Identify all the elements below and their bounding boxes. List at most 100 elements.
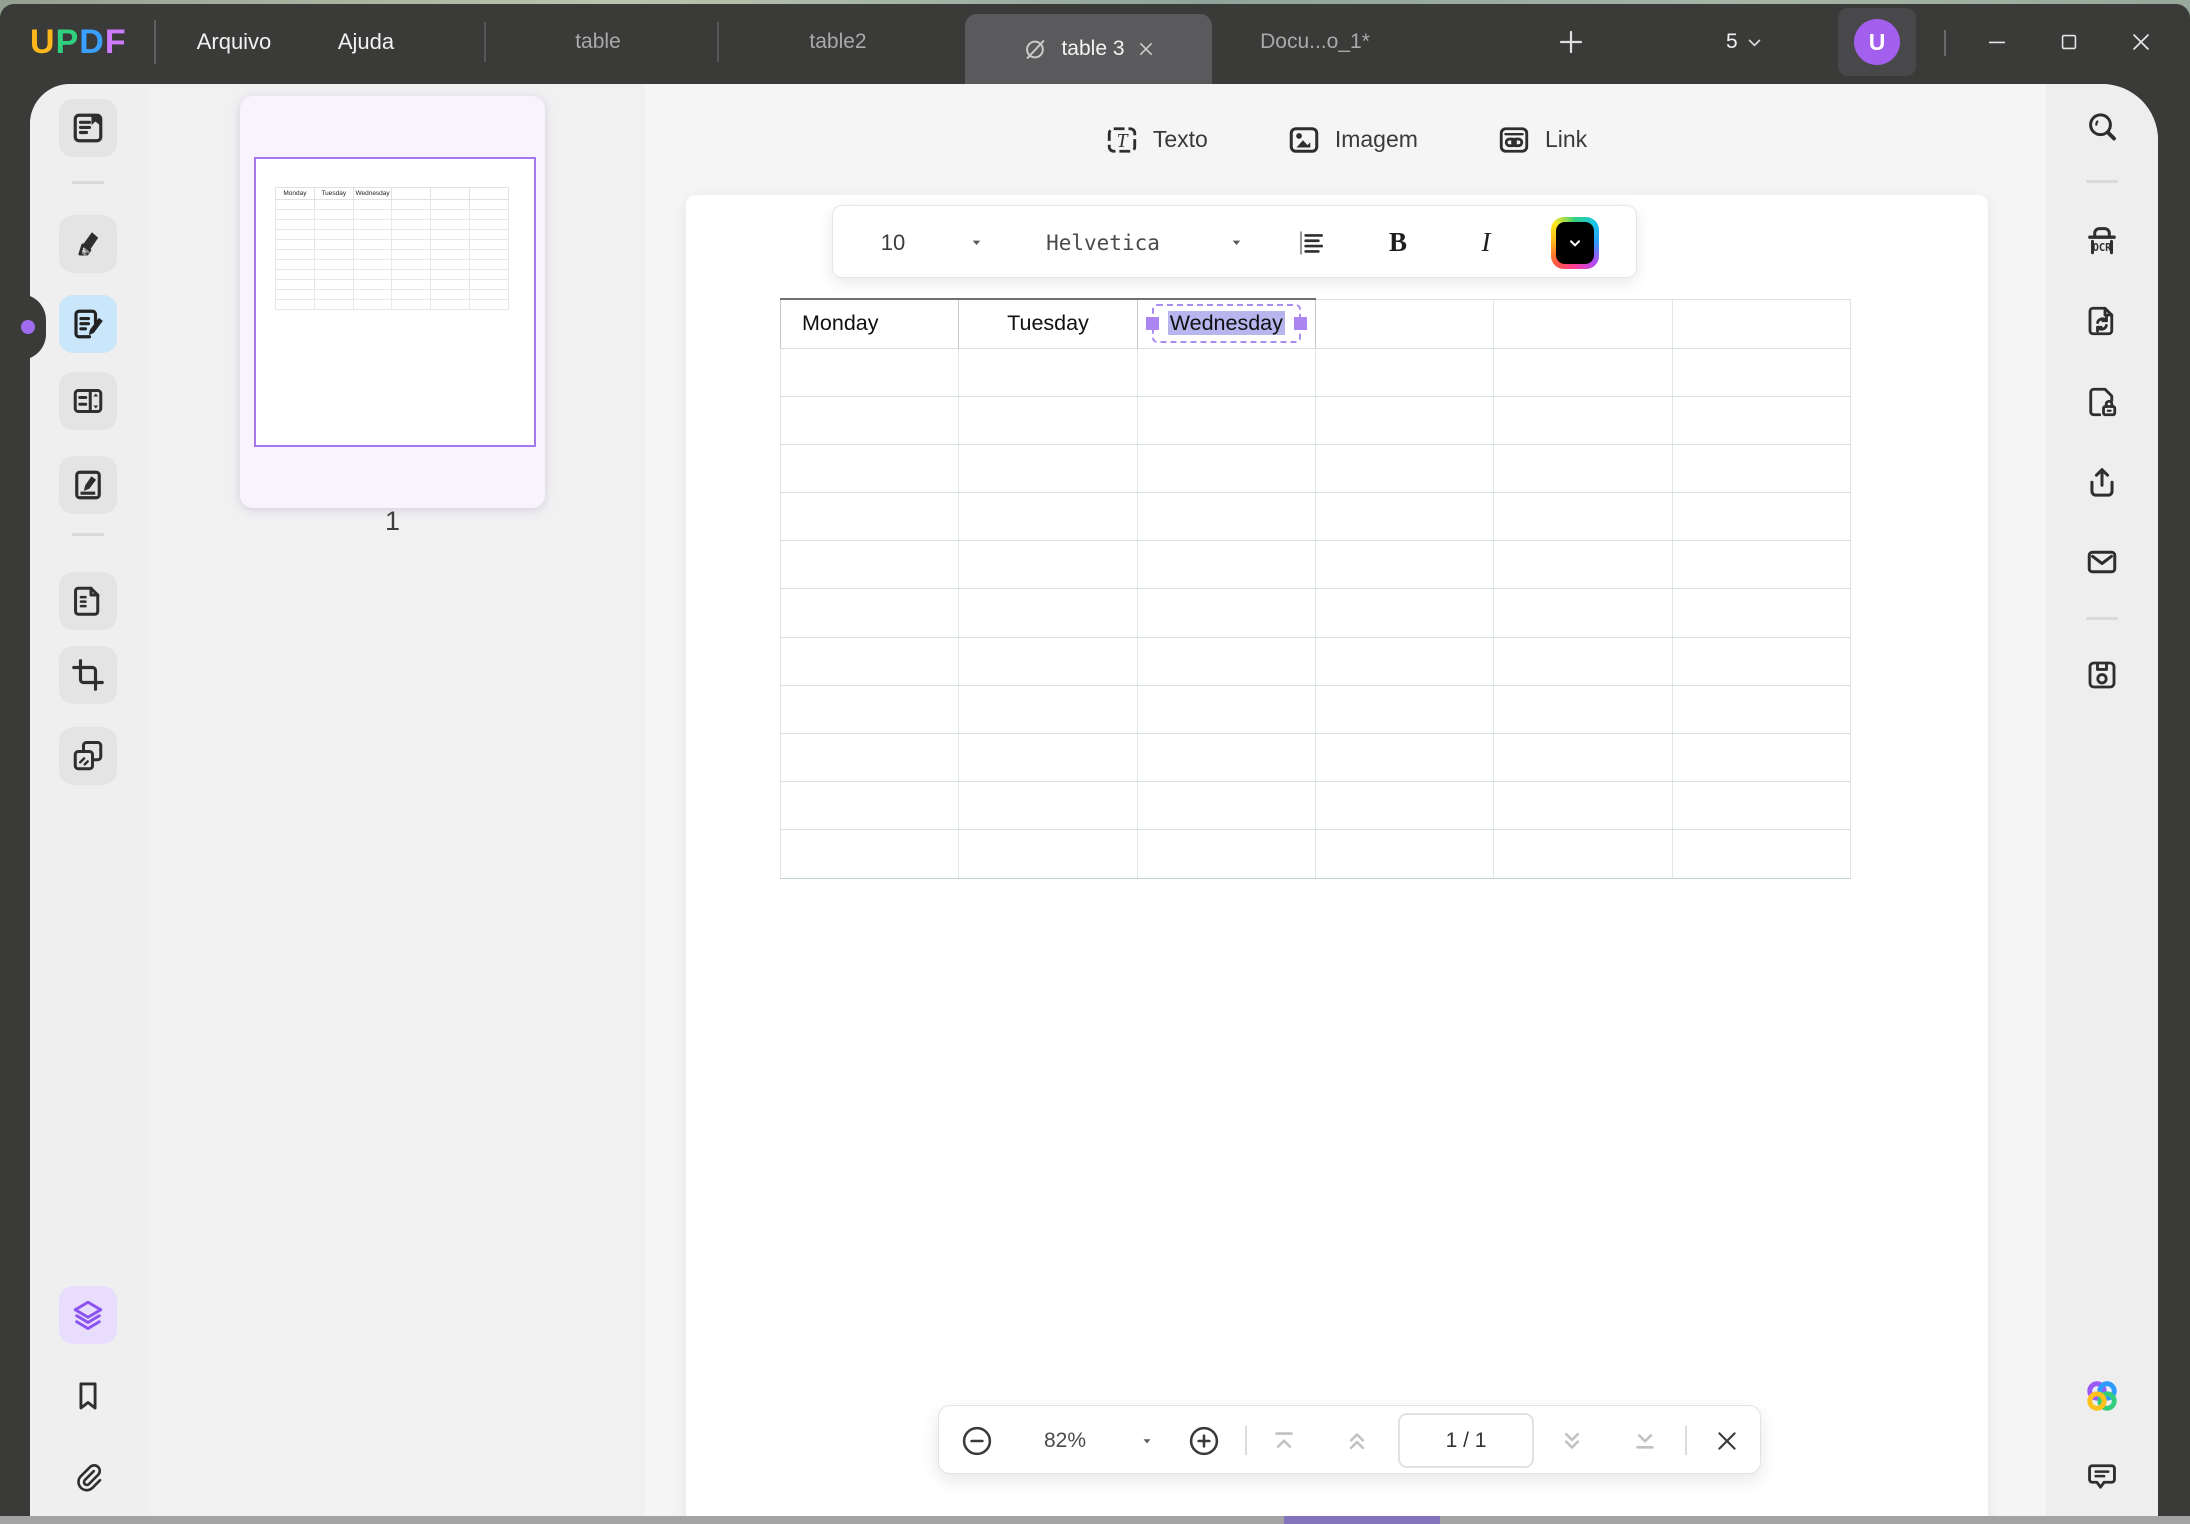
minimize-button[interactable] (1974, 0, 2020, 84)
table-cell[interactable] (1137, 830, 1315, 878)
table-cell[interactable] (1137, 637, 1315, 685)
convert-button[interactable] (2073, 292, 2131, 350)
reader-mode-button[interactable] (59, 99, 117, 157)
table-cell[interactable] (781, 734, 959, 782)
table-cell[interactable] (781, 493, 959, 541)
zoom-dropdown[interactable] (1131, 1406, 1163, 1475)
table-cell[interactable] (1672, 589, 1850, 637)
table-header-cell[interactable] (1315, 299, 1493, 348)
table-cell[interactable] (1494, 782, 1672, 830)
ocr-button[interactable]: OCR (2073, 212, 2131, 270)
table-cell[interactable] (959, 830, 1137, 878)
table-cell[interactable] (1137, 589, 1315, 637)
zoom-in-button[interactable] (1180, 1406, 1228, 1475)
tab-document1[interactable]: Docu...o_1* (1240, 0, 1390, 84)
table-header-cell[interactable] (1494, 299, 1672, 348)
first-page-button[interactable] (1261, 1406, 1307, 1475)
selection-handle-right[interactable] (1294, 317, 1307, 330)
table-cell[interactable] (1137, 734, 1315, 782)
table-cell[interactable] (1672, 493, 1850, 541)
account-button[interactable]: U (1838, 8, 1916, 76)
table-cell[interactable] (781, 541, 959, 589)
table-cell[interactable] (1315, 444, 1493, 492)
font-family-value[interactable]: Helvetica (1003, 206, 1203, 279)
table-cell[interactable] (1672, 782, 1850, 830)
next-page-button[interactable] (1549, 1406, 1595, 1475)
table-cell[interactable] (959, 734, 1137, 782)
email-button[interactable] (2073, 533, 2131, 591)
table-cell[interactable] (1672, 637, 1850, 685)
pdf-page[interactable]: MondayTuesdayWednesday (686, 195, 1988, 1524)
table-cell[interactable] (1315, 348, 1493, 396)
bold-button[interactable]: B (1368, 206, 1428, 279)
table-cell[interactable] (1137, 396, 1315, 444)
last-page-button[interactable] (1622, 1406, 1668, 1475)
link-tool-button[interactable]: Link (1496, 122, 1587, 158)
table-cell[interactable] (1494, 493, 1672, 541)
table-cell[interactable] (1672, 444, 1850, 492)
table-cell[interactable] (959, 541, 1137, 589)
table-cell[interactable] (781, 396, 959, 444)
table-cell[interactable] (1315, 685, 1493, 733)
table-cell[interactable] (1494, 830, 1672, 878)
crop-button[interactable] (59, 646, 117, 704)
page-indicator[interactable]: 1 / 1 (1398, 1413, 1534, 1468)
tab-table[interactable]: table (520, 0, 676, 84)
table-cell[interactable] (781, 685, 959, 733)
tab-table2[interactable]: table2 (760, 0, 916, 84)
table-header-cell[interactable]: Wednesday (1137, 299, 1315, 348)
table-cell[interactable] (781, 637, 959, 685)
font-size-value[interactable]: 10 (853, 206, 933, 279)
table-cell[interactable] (781, 830, 959, 878)
table-cell[interactable] (1137, 541, 1315, 589)
zoom-out-button[interactable] (953, 1406, 1001, 1475)
table-cell[interactable] (959, 589, 1137, 637)
table-cell[interactable] (959, 782, 1137, 830)
table-cell[interactable] (1494, 637, 1672, 685)
table-cell[interactable] (959, 493, 1137, 541)
table-cell[interactable] (1494, 444, 1672, 492)
font-color-picker[interactable] (1551, 206, 1599, 279)
sign-button[interactable] (59, 456, 117, 514)
eraser-button[interactable] (59, 727, 117, 785)
tab-count-dropdown[interactable]: 5 (1726, 0, 1763, 84)
table-cell[interactable] (959, 396, 1137, 444)
page-thumbnail[interactable]: MondayTuesdayWednesday (240, 96, 545, 508)
table-cell[interactable] (1137, 493, 1315, 541)
table-cell[interactable] (1494, 396, 1672, 444)
table-cell[interactable] (1672, 830, 1850, 878)
table-cell[interactable] (1672, 734, 1850, 782)
bookmarks-panel-button[interactable] (59, 1367, 117, 1425)
share-button[interactable] (2073, 454, 2131, 512)
table-cell[interactable] (1315, 541, 1493, 589)
table-cell[interactable] (781, 444, 959, 492)
font-family-dropdown[interactable] (1221, 206, 1251, 279)
maximize-button[interactable] (2046, 0, 2092, 84)
table-cell[interactable] (1315, 589, 1493, 637)
selected-cell-box[interactable]: Wednesday (1152, 304, 1301, 343)
table-cell[interactable] (781, 589, 959, 637)
table-cell[interactable] (1672, 685, 1850, 733)
previous-page-button[interactable] (1334, 1406, 1380, 1475)
table-cell[interactable] (1672, 348, 1850, 396)
tab-close-icon[interactable] (1137, 40, 1155, 58)
menu-ajuda[interactable]: Ajuda (322, 0, 410, 84)
table-cell[interactable] (1315, 396, 1493, 444)
annotate-button[interactable] (59, 215, 117, 273)
close-bar-button[interactable] (1703, 1406, 1751, 1475)
table-cell[interactable] (1494, 348, 1672, 396)
new-tab-button[interactable] (1548, 0, 1594, 84)
table-cell[interactable] (1315, 637, 1493, 685)
table-header-cell[interactable]: Monday (781, 299, 959, 348)
save-button[interactable] (2073, 646, 2131, 704)
table-cell[interactable] (1137, 685, 1315, 733)
table-cell[interactable] (959, 444, 1137, 492)
table-cell[interactable] (781, 348, 959, 396)
thumbnails-panel-button[interactable] (59, 1286, 117, 1344)
close-window-button[interactable] (2118, 0, 2164, 84)
table-cell[interactable] (959, 637, 1137, 685)
table-cell[interactable] (1315, 830, 1493, 878)
align-button[interactable] (1281, 206, 1341, 279)
attachments-panel-button[interactable] (59, 1448, 117, 1506)
table-cell[interactable] (1494, 685, 1672, 733)
